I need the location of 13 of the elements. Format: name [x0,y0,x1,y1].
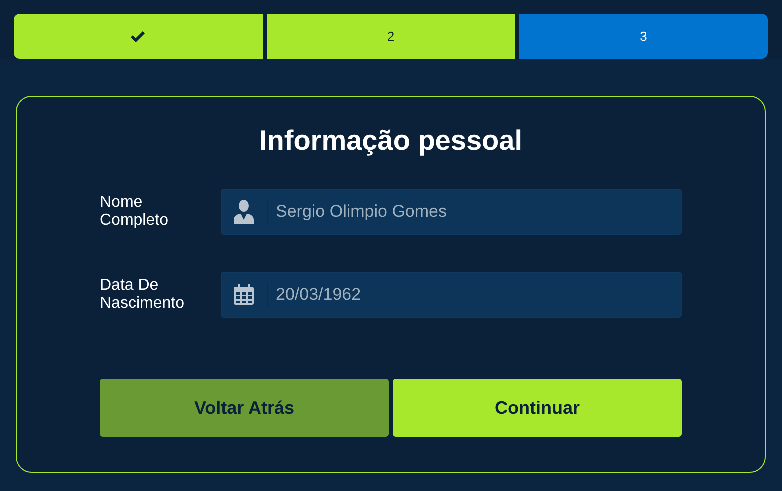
continue-button[interactable]: Continuar [393,379,682,437]
step-tab[interactable] [14,14,263,59]
step-tab[interactable]: 3 [519,14,768,59]
input-field[interactable]: Sergio Olimpio Gomes [221,189,682,235]
field-label: Nome Completo [100,194,170,230]
check-icon [131,31,146,42]
input-field[interactable]: 20/03/1962 [221,272,682,318]
back-button[interactable]: Voltar Atrás [100,379,389,437]
field-label: Data De Nascimento [100,277,186,313]
step-tab[interactable]: 2 [266,14,516,59]
form-title: Informação pessoal [258,124,524,158]
calendar-icon [233,284,255,306]
person-icon [233,199,255,225]
